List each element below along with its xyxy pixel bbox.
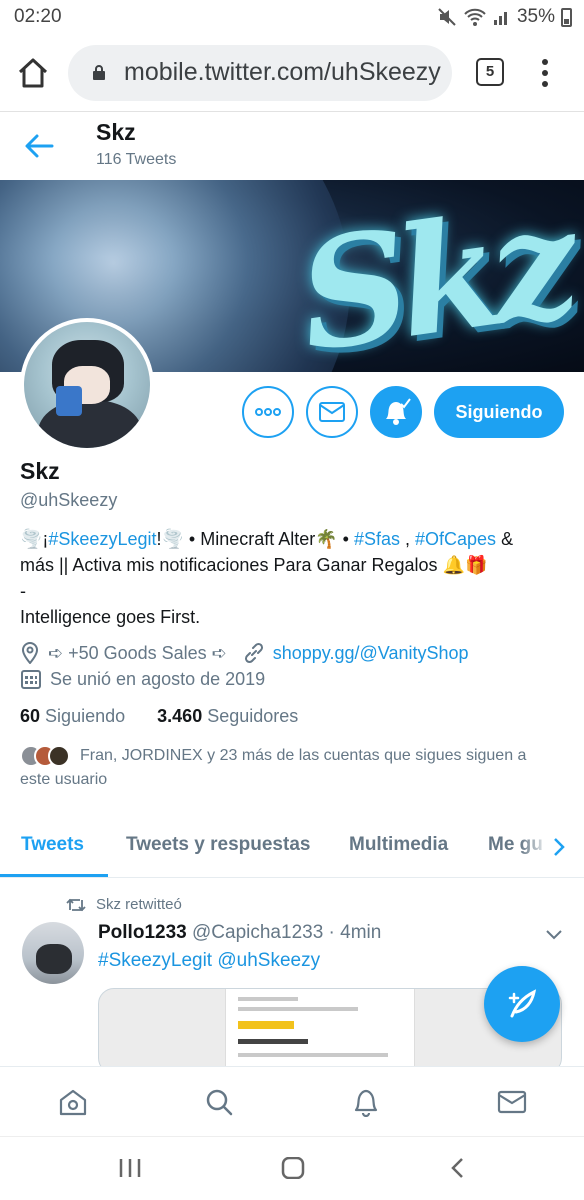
- compose-feather-icon: [508, 989, 537, 1018]
- recent-apps-icon[interactable]: [118, 1157, 142, 1179]
- retweet-label: Skz retwitteó: [96, 896, 182, 913]
- calendar-icon: [21, 670, 41, 689]
- tweet-time[interactable]: 4min: [340, 922, 381, 943]
- tweet-header: Pollo1233 @Capicha1233 · 4min: [98, 922, 381, 944]
- profile-location: ➪ +50 Goods Sales ➪: [48, 642, 227, 663]
- chevron-down-icon[interactable]: [544, 928, 564, 942]
- profile-header-bar: Skz 116 Tweets: [0, 112, 584, 180]
- bio-line-1: 🌪️¡#SkeezyLegit!🌪️ • Minecraft Alter🌴 • …: [20, 526, 570, 552]
- hashtag-skeezylegit[interactable]: #SkeezyLegit: [48, 529, 156, 549]
- following-button[interactable]: Siguiendo: [434, 386, 564, 438]
- followed-by-summary[interactable]: Fran, JORDINEX y 23 más de las cuentas q…: [20, 744, 568, 792]
- followers-count: 3.460: [157, 706, 203, 726]
- signal-icon: [493, 12, 507, 25]
- battery-percent: 35%: [516, 6, 555, 27]
- following-count: 60: [20, 706, 41, 726]
- media-document-preview: [225, 989, 415, 1073]
- banner-logo: Skz: [289, 180, 579, 372]
- retweet-icon: [66, 898, 86, 911]
- bottom-navigation: [0, 1066, 584, 1136]
- tweet-author-handle[interactable]: @Capicha1233: [192, 922, 323, 943]
- back-nav-icon[interactable]: [448, 1157, 468, 1179]
- notifications-nav-icon[interactable]: [351, 1087, 381, 1117]
- hashtag-ofcapes[interactable]: #OfCapes: [415, 529, 496, 549]
- tab-tweets-replies[interactable]: Tweets y respuestas: [126, 834, 310, 856]
- tweet-separator: ·: [328, 922, 335, 943]
- home-circle-icon[interactable]: [281, 1157, 305, 1179]
- address-bar[interactable]: mobile.twitter.com/uhSkeezy: [68, 45, 452, 101]
- status-bar: 02:20 35%: [0, 0, 584, 34]
- followers-label: Seguidores: [207, 706, 299, 726]
- tweet-text[interactable]: #SkeezyLegit @uhSkeezy: [98, 950, 320, 972]
- home-icon[interactable]: [16, 56, 50, 90]
- hashtag-sfas[interactable]: #Sfas: [354, 529, 400, 549]
- bio-text: &: [496, 529, 514, 549]
- bell-check-icon: [386, 398, 411, 425]
- active-tab-indicator: [0, 874, 108, 877]
- home-nav-icon[interactable]: [58, 1087, 88, 1117]
- link-icon: [244, 642, 263, 664]
- tab-tweets[interactable]: Tweets: [21, 834, 84, 856]
- mute-icon: [438, 8, 456, 26]
- tweet-author-name[interactable]: Pollo1233: [98, 922, 187, 943]
- lock-icon: [93, 65, 105, 80]
- retweet-indicator: Skz retwitteó: [66, 896, 182, 913]
- bio-line-4: Intelligence goes First.: [20, 607, 201, 627]
- notifications-button[interactable]: [370, 386, 422, 438]
- browser-menu-button[interactable]: [538, 56, 552, 90]
- following-stat[interactable]: 60 Siguiendo: [20, 706, 125, 726]
- tab-media[interactable]: Multimedia: [349, 834, 448, 856]
- profile-joined-date: Se unió en agosto de 2019: [50, 668, 266, 689]
- tab-fade: [520, 816, 550, 876]
- profile-meta-joined: Se unió en agosto de 2019: [20, 668, 265, 690]
- messages-nav-icon[interactable]: [497, 1087, 527, 1117]
- status-time: 02:20: [14, 6, 62, 27]
- profile-name: Skz: [20, 458, 60, 484]
- bio-line-3: -: [20, 581, 26, 601]
- followers-stat[interactable]: 3.460 Seguidores: [157, 706, 298, 726]
- more-options-button[interactable]: [242, 386, 294, 438]
- bio-text: 🌪️¡: [20, 529, 49, 549]
- more-icon: [255, 408, 281, 416]
- browser-toolbar: mobile.twitter.com/uhSkeezy 5: [0, 34, 584, 112]
- profile-bio: 🌪️¡#SkeezyLegit!🌪️ • Minecraft Alter🌴 • …: [20, 526, 570, 630]
- bio-text: ,: [400, 529, 416, 549]
- chevron-right-icon[interactable]: [548, 836, 570, 858]
- battery-icon: [561, 7, 572, 27]
- mutual-follower-avatars: [20, 744, 72, 767]
- followed-by-text: Fran, JORDINEX y 23 más de las cuentas q…: [80, 747, 527, 764]
- wifi-icon: [464, 8, 486, 26]
- header-name: Skz: [96, 119, 136, 145]
- search-nav-icon[interactable]: [204, 1087, 234, 1117]
- header-tweet-count: 116 Tweets: [96, 151, 177, 168]
- bio-line-2: más || Activa mis notificaciones Para Ga…: [20, 555, 488, 575]
- tab-switcher-button[interactable]: 5: [476, 58, 504, 86]
- tweet-author-avatar[interactable]: [22, 922, 84, 984]
- profile-stats: 60 Siguiendo 3.460 Seguidores: [20, 706, 298, 727]
- envelope-icon: [319, 402, 345, 422]
- profile-handle: @uhSkeezy: [20, 490, 118, 510]
- location-pin-icon: [21, 642, 39, 664]
- following-label: Siguiendo: [45, 706, 126, 726]
- profile-avatar[interactable]: [20, 318, 154, 452]
- profile-website-link[interactable]: shoppy.gg/@VanityShop: [273, 643, 469, 664]
- followed-by-text-2: este usuario: [20, 771, 108, 788]
- message-button[interactable]: [306, 386, 358, 438]
- url-text[interactable]: mobile.twitter.com/uhSkeezy: [124, 58, 441, 87]
- bio-text: !🌪️ • Minecraft Alter🌴 •: [156, 529, 354, 549]
- profile-tabs: Tweets Tweets y respuestas Multimedia Me…: [0, 816, 584, 878]
- system-navigation-bar: [0, 1136, 584, 1200]
- back-arrow-icon[interactable]: [24, 132, 54, 160]
- profile-meta-location-website: ➪ +50 Goods Sales ➪ shoppy.gg/@VanitySho…: [20, 642, 469, 664]
- compose-tweet-button[interactable]: [484, 966, 560, 1042]
- status-icons: 35%: [437, 6, 572, 28]
